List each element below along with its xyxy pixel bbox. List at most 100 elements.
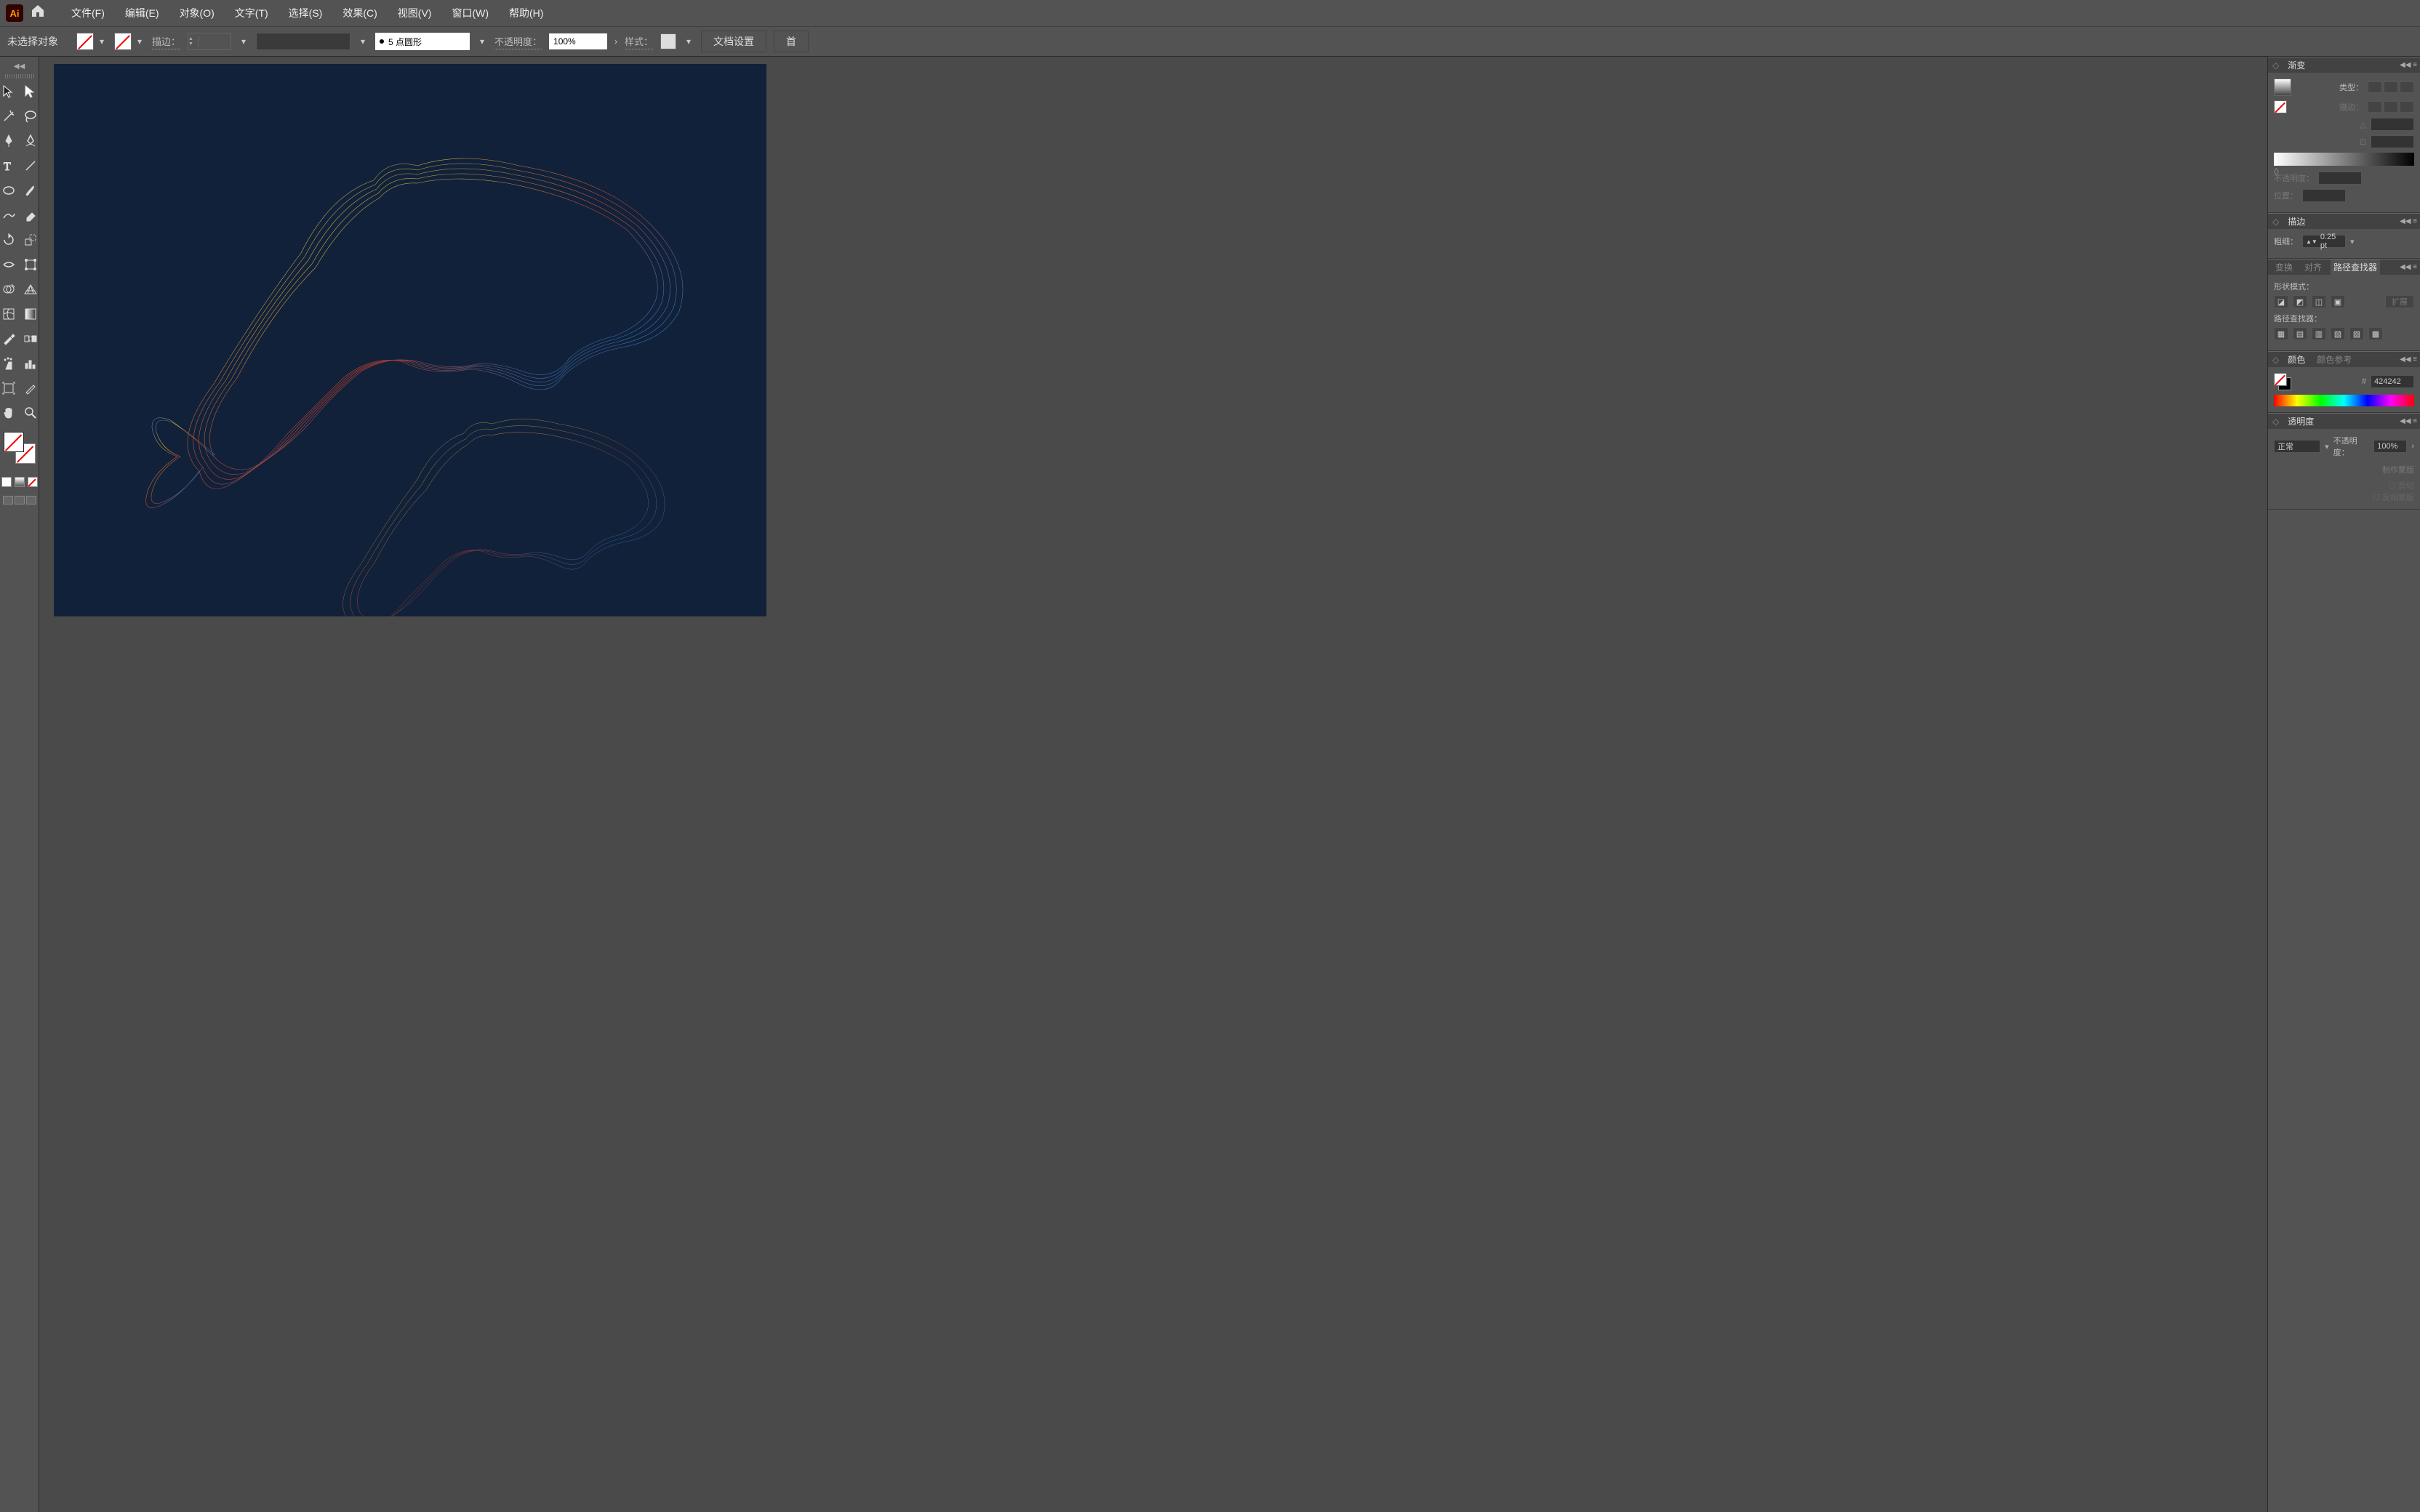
pen-tool[interactable] [0,132,17,150]
color-mode-solid[interactable] [1,477,12,487]
stroke-swatch[interactable] [114,33,132,50]
color-tab[interactable]: 颜色 [2285,352,2308,367]
width-tool[interactable] [0,256,17,273]
menu-window[interactable]: 窗口(W) [443,3,497,23]
line-tool[interactable] [22,157,39,174]
grad-stop-opacity[interactable] [2318,172,2362,185]
panel-menu-icon[interactable]: ◀◀ ≡ [2400,263,2417,271]
scale-tool[interactable] [22,231,39,249]
style-label[interactable]: 样式： [625,34,653,49]
stroke-weight-input[interactable]: ▲▼ [188,33,231,50]
clip-check[interactable]: ☐ 剪切 [2274,480,2414,491]
lasso-tool[interactable] [22,108,39,125]
menu-effect[interactable]: 效果(C) [334,3,385,23]
opacity-input[interactable]: 100% [549,33,607,49]
color-mode-none[interactable] [28,477,38,487]
grad-radial-btn[interactable] [2384,81,2398,93]
pf-trim[interactable]: ▤ [2293,327,2307,340]
menu-edit[interactable]: 编辑(E) [116,3,168,23]
doc-setup-button[interactable]: 文档设置 [701,31,766,52]
pathfinder-tab[interactable]: 路径查找器 [2331,260,2380,275]
vwp-dropdown[interactable]: ▾ [358,33,368,49]
pf-expand[interactable]: 扩展 [2385,295,2414,308]
opacity-arrow[interactable]: › [614,36,617,47]
ellipse-tool[interactable] [0,182,17,199]
gradient-slider[interactable] [2274,153,2414,166]
selection-tool[interactable] [0,83,17,100]
grad-stop-position[interactable] [2302,189,2346,202]
color-mode-gradient[interactable] [15,477,25,487]
blend-tool[interactable] [22,330,39,347]
toolbox-collapse[interactable]: ◀◀ [14,63,25,71]
artboard[interactable] [54,64,766,616]
free-transform-tool[interactable] [22,256,39,273]
panel-menu-icon[interactable]: ◀◀ ≡ [2400,61,2417,69]
stroke-weight-dropdown[interactable]: ▾ [239,33,249,49]
menu-type[interactable]: 文字(T) [226,3,277,23]
zoom-tool[interactable] [22,404,39,422]
stroke-dropdown[interactable]: ▾ [135,33,145,49]
draw-behind[interactable] [15,496,25,504]
pf-intersect[interactable]: ◫ [2312,295,2326,308]
column-graph-tool[interactable] [22,355,39,372]
brush-select[interactable]: 5 点圆形 [375,33,470,50]
transparency-tab[interactable]: 透明度 [2285,414,2317,429]
trans-opac-value[interactable]: 100% [2373,440,2407,453]
shape-builder-tool[interactable] [0,281,17,298]
pf-outline[interactable]: ▨ [2349,327,2364,340]
eraser-tool[interactable] [22,206,39,224]
grad-angle[interactable] [2371,118,2414,131]
canvas-area[interactable] [39,57,2267,1512]
grad-stroke-swatch[interactable] [2274,100,2287,113]
mesh-tool[interactable] [0,305,17,323]
style-dropdown[interactable]: ▾ [684,33,694,49]
stroke-label[interactable]: 描边： [152,34,180,49]
grad-linear-btn[interactable] [2368,81,2382,93]
panel-menu-icon[interactable]: ◀◀ ≡ [2400,417,2417,425]
invert-check[interactable]: ☐ 反相蒙版 [2274,491,2414,503]
align-tab[interactable]: 对齐 [2301,260,2325,275]
prefs-button[interactable]: 首 [774,31,809,52]
fill-color[interactable] [4,432,24,452]
type-tool[interactable]: T [0,157,17,174]
grad-stroke-2[interactable] [2384,101,2398,113]
pf-minusback[interactable]: ▩ [2368,327,2383,340]
hex-input[interactable] [2371,375,2414,388]
fill-swatch[interactable] [76,33,94,50]
grad-ratio[interactable] [2371,135,2414,148]
colorguide-tab[interactable]: 颜色参考 [2314,352,2355,367]
pf-unite[interactable]: ◪ [2274,295,2288,308]
opacity-label[interactable]: 不透明度： [494,34,542,49]
menu-view[interactable]: 视图(V) [389,3,441,23]
symbol-sprayer-tool[interactable] [0,355,17,372]
rotate-tool[interactable] [0,231,17,249]
pf-crop[interactable]: ▧ [2331,327,2345,340]
grad-stroke-3[interactable] [2400,101,2414,113]
menu-help[interactable]: 帮助(H) [500,3,552,23]
pf-divide[interactable]: ▦ [2274,327,2288,340]
menu-object[interactable]: 对象(O) [171,3,223,23]
slice-tool[interactable] [22,379,39,397]
transform-tab[interactable]: 变换 [2272,260,2296,275]
menu-file[interactable]: 文件(F) [63,3,113,23]
curvature-tool[interactable] [22,132,39,150]
hand-tool[interactable] [0,404,17,422]
draw-normal[interactable] [3,496,13,504]
home-icon[interactable] [31,4,45,22]
perspective-tool[interactable] [22,281,39,298]
stroke-weight-value[interactable]: ▲▼ 0.25 pt [2302,235,2346,248]
grad-stroke-1[interactable] [2368,101,2382,113]
toolbox-grip[interactable] [5,74,34,79]
gradient-tab[interactable]: 渐变 [2285,57,2308,73]
pf-merge[interactable]: ▥ [2312,327,2326,340]
grad-free-btn[interactable] [2400,81,2414,93]
variable-width-profile[interactable] [256,33,350,50]
shaper-tool[interactable] [0,206,17,224]
gradient-tool[interactable] [22,305,39,323]
artboard-tool[interactable] [0,379,17,397]
menu-select[interactable]: 选择(S) [280,3,332,23]
stroke-tab[interactable]: 描边 [2285,214,2308,229]
panel-menu-icon[interactable]: ◀◀ ≡ [2400,355,2417,363]
color-well[interactable] [4,432,36,464]
gradient-thumb[interactable] [2274,79,2291,96]
